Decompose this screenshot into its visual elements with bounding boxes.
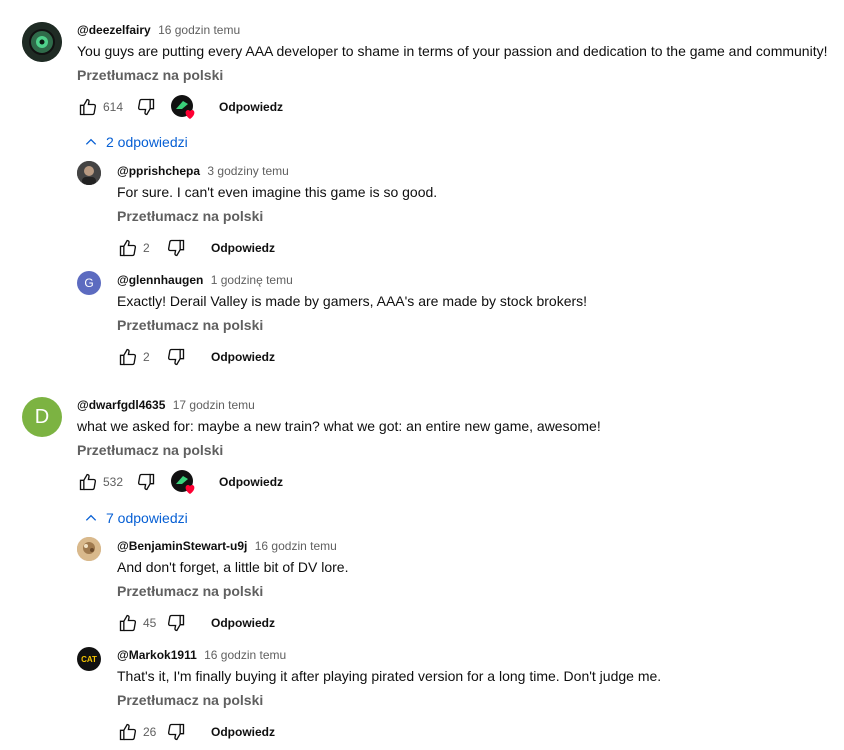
like-icon[interactable]: [77, 96, 99, 118]
dislike-icon[interactable]: [165, 237, 187, 259]
chevron-up-icon: [85, 138, 97, 145]
comment-text: For sure. I can't even imagine this game…: [117, 184, 438, 200]
comment-author[interactable]: @deezelfairy: [77, 23, 151, 37]
translate-link[interactable]: Przetłumacz na polski: [77, 65, 827, 85]
reply-button[interactable]: Odpowiedz: [211, 725, 275, 739]
dislike-icon[interactable]: [135, 471, 157, 493]
avatar[interactable]: CAT: [77, 647, 101, 671]
avatar[interactable]: G: [77, 271, 101, 295]
dislike-icon[interactable]: [165, 346, 187, 368]
avatar[interactable]: [77, 537, 101, 561]
creator-heart-icon: [171, 470, 195, 494]
replies-count-label: 2 odpowiedzi: [106, 134, 188, 150]
comment-text: That's it, I'm finally buying it after p…: [117, 668, 662, 684]
like-icon[interactable]: [117, 721, 139, 743]
like-icon[interactable]: [77, 471, 99, 493]
like-count: 45: [143, 616, 157, 630]
like-icon[interactable]: [117, 237, 139, 259]
replies-toggle[interactable]: 7 odpowiedzi: [84, 510, 188, 526]
comment-timestamp[interactable]: 1 godzinę temu: [211, 273, 293, 287]
gear-logo-icon: [22, 22, 62, 62]
comment-timestamp[interactable]: 16 godzin temu: [204, 648, 286, 662]
like-count: 2: [143, 350, 150, 364]
comment-author[interactable]: @pprishchepa: [117, 164, 200, 178]
comment-timestamp[interactable]: 3 godziny temu: [207, 164, 288, 178]
avatar[interactable]: D: [22, 397, 62, 437]
replies-toggle[interactable]: 2 odpowiedzi: [84, 134, 188, 150]
avatar[interactable]: [22, 22, 62, 62]
creator-heart-icon: [171, 95, 195, 119]
translate-link[interactable]: Przetłumacz na polski: [117, 581, 348, 601]
avatar[interactable]: [77, 161, 101, 185]
comment-thread-1: [22, 22, 62, 62]
like-count: 614: [103, 100, 124, 114]
translate-link[interactable]: Przetłumacz na polski: [117, 206, 437, 226]
comment-author[interactable]: @dwarfgdl4635: [77, 398, 165, 412]
user-photo-icon: [77, 537, 101, 561]
translate-link[interactable]: Przetłumacz na polski: [117, 315, 587, 335]
translate-link[interactable]: Przetłumacz na polski: [77, 440, 601, 460]
comment-text: Exactly! Derail Valley is made by gamers…: [117, 293, 588, 309]
cat-logo-text: CAT: [81, 654, 97, 664]
reply-button[interactable]: Odpowiedz: [211, 241, 275, 255]
comment-author[interactable]: @glennhaugen: [117, 273, 203, 287]
like-count: 532: [103, 475, 124, 489]
dislike-icon[interactable]: [135, 96, 157, 118]
comment-text: what we asked for: maybe a new train? wh…: [77, 418, 601, 434]
comment-author[interactable]: @Markok1911: [117, 648, 197, 662]
avatar-letter: D: [34, 405, 50, 428]
like-count: 2: [143, 241, 150, 255]
comment-text: You guys are putting every AAA developer…: [77, 43, 828, 59]
comment-timestamp[interactable]: 17 godzin temu: [173, 398, 255, 412]
like-icon[interactable]: [117, 612, 139, 634]
translate-link[interactable]: Przetłumacz na polski: [117, 690, 661, 710]
comment-timestamp[interactable]: 16 godzin temu: [158, 23, 240, 37]
user-photo-icon: [77, 161, 101, 185]
chevron-up-icon: [85, 514, 97, 521]
reply-button[interactable]: Odpowiedz: [219, 100, 283, 114]
comment-text: And don't forget, a little bit of DV lor…: [117, 559, 349, 575]
reply-button[interactable]: Odpowiedz: [211, 350, 275, 364]
dislike-icon[interactable]: [165, 612, 187, 634]
avatar-letter: G: [84, 276, 94, 290]
reply-button[interactable]: Odpowiedz: [219, 475, 283, 489]
replies-count-label: 7 odpowiedzi: [106, 510, 188, 526]
reply-button[interactable]: Odpowiedz: [211, 616, 275, 630]
comment-author[interactable]: @BenjaminStewart-u9j: [117, 539, 247, 553]
like-count: 26: [143, 725, 157, 739]
comment-timestamp[interactable]: 16 godzin temu: [255, 539, 337, 553]
like-icon[interactable]: [117, 346, 139, 368]
dislike-icon[interactable]: [165, 721, 187, 743]
